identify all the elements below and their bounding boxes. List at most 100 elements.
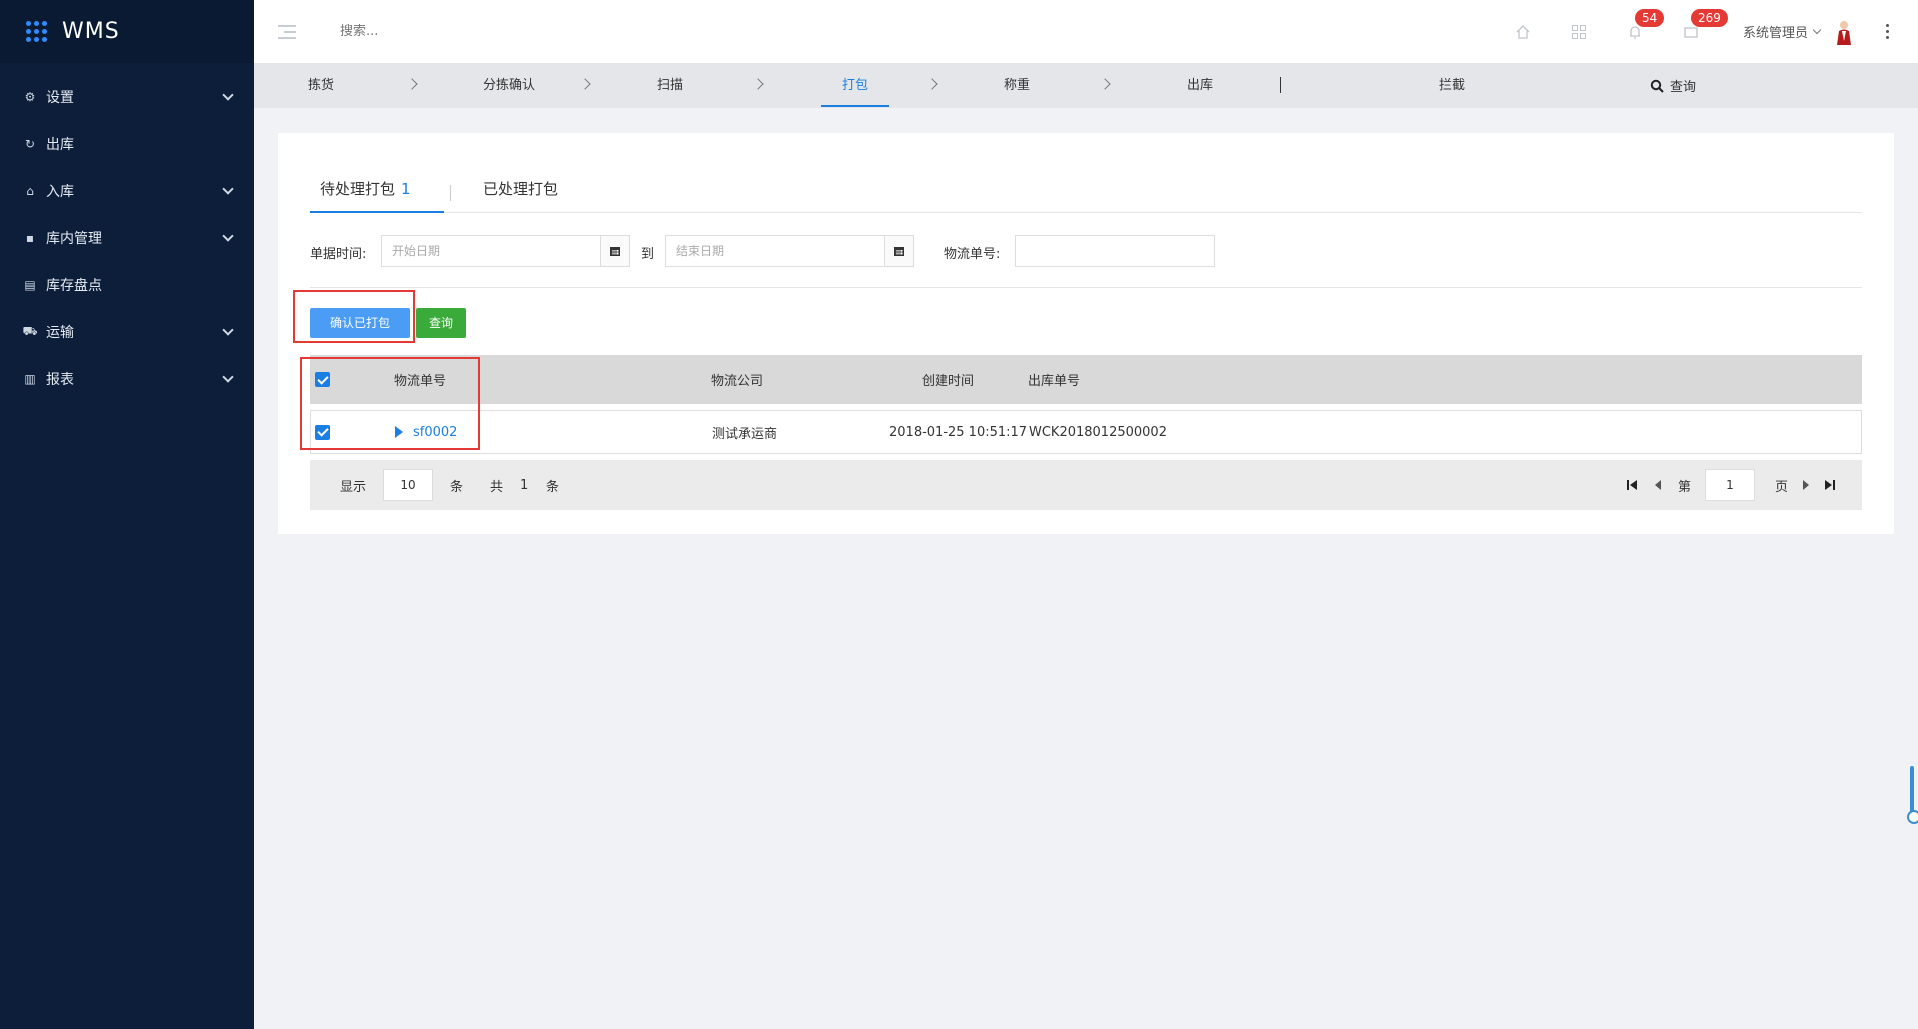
- tab-divider: [450, 185, 451, 201]
- tab-pending-label: 待处理打包: [320, 180, 396, 198]
- workflow-steps: 拣货 分拣确认 扫描 打包 称重 出库 拦截 查询: [254, 63, 1918, 108]
- sidebar-item-label: 报表: [46, 371, 74, 388]
- notifications-badge: 54: [1634, 9, 1665, 27]
- step-search-label: 查询: [1670, 80, 1697, 95]
- step-sort-confirm[interactable]: 分拣确认: [474, 63, 544, 108]
- bell-icon[interactable]: 54: [1607, 0, 1665, 63]
- filter-bar: 单据时间: 开始日期 到 结束日期 物流单号:: [310, 235, 1862, 267]
- search-icon: [1650, 79, 1664, 93]
- apps-grid-icon: [26, 20, 48, 43]
- row-carrier: 测试承运商: [712, 426, 778, 442]
- pagination-bar: 显示 10 条 共 1 条 第 1 页: [310, 460, 1862, 510]
- tab-done[interactable]: 已处理打包: [483, 178, 573, 213]
- prev-page-icon[interactable]: [1654, 460, 1662, 510]
- confirm-packed-button[interactable]: 确认已打包(1): [310, 308, 410, 360]
- tracking-input[interactable]: [1015, 235, 1215, 267]
- col-created: 创建时间: [922, 374, 975, 389]
- truck-icon: ⛟: [22, 323, 38, 338]
- inventory-icon: ▤: [24, 277, 36, 292]
- chevron-down-icon: [222, 88, 234, 101]
- sidebar-item-inbound[interactable]: ⌂ 入库: [0, 167, 254, 214]
- packing-panel: 待处理打包 1 已处理打包 单据时间: 开始日期 到 结束日期 物流单号: 确认已…: [278, 133, 1894, 534]
- avatar[interactable]: [1834, 19, 1854, 45]
- date-label: 单据时间:: [310, 247, 367, 262]
- highlight-box: [300, 357, 480, 450]
- sidebar-item-outbound[interactable]: ↻ 出库: [0, 120, 254, 167]
- step-picking[interactable]: 拣货: [300, 63, 342, 108]
- chevron-down-icon: [222, 370, 234, 383]
- chevron-down-icon[interactable]: [1812, 25, 1822, 34]
- page-suffix: 页: [1775, 479, 1789, 495]
- sidebar: WMS ⚙ 设置 ↻ 出库 ⌂ 入库 ▪ 库内管理 ▤ 库存盘点 ⛟ 运输 ▥ …: [0, 0, 254, 1029]
- brand[interactable]: WMS: [0, 0, 254, 63]
- total-count: 1: [520, 477, 529, 493]
- last-page-icon[interactable]: [1824, 460, 1836, 510]
- table-header: 物流单号 物流公司 创建时间 出库单号: [310, 355, 1862, 404]
- calendar-icon[interactable]: [884, 235, 914, 267]
- calendar-icon[interactable]: [600, 235, 630, 267]
- app-title: WMS: [62, 19, 120, 44]
- row-created: 2018-01-25 10:51:17: [889, 424, 1028, 440]
- home-icon[interactable]: [1495, 0, 1551, 63]
- row-outbound-no: WCK2018012500002: [1029, 424, 1167, 440]
- user-name[interactable]: 系统管理员: [1743, 22, 1808, 41]
- more-icon[interactable]: [1886, 24, 1890, 39]
- step-search-button[interactable]: 查询: [1650, 63, 1696, 108]
- sidebar-item-label: 运输: [46, 324, 74, 341]
- page-size-wrap: 10: [383, 460, 433, 510]
- chevron-right-icon: [579, 78, 591, 90]
- header-actions: 54 269 系统管理员: [1495, 0, 1918, 63]
- chevron-down-icon: [222, 323, 234, 336]
- page-number-input[interactable]: 1: [1705, 469, 1755, 501]
- tab-pending[interactable]: 待处理打包 1: [310, 178, 444, 213]
- sidebar-item-settings[interactable]: ⚙ 设置: [0, 73, 254, 120]
- sidebar-item-transport[interactable]: ⛟ 运输: [0, 308, 254, 355]
- col-carrier: 物流公司: [711, 374, 764, 389]
- messages-badge: 269: [1690, 9, 1728, 27]
- sidebar-item-inventory[interactable]: ▤ 库存盘点: [0, 261, 254, 308]
- query-button[interactable]: 查询: [416, 308, 466, 338]
- step-divider: [1280, 77, 1281, 93]
- step-pack[interactable]: 打包: [821, 63, 889, 107]
- table-row[interactable]: sf0002 测试承运商 2018-01-25 10:51:17 WCK2018…: [310, 410, 1862, 454]
- chevron-down-icon: [222, 229, 234, 242]
- first-page-icon[interactable]: [1626, 460, 1638, 510]
- chevron-right-icon: [926, 78, 938, 90]
- chevron-right-icon: [752, 78, 764, 90]
- step-weigh[interactable]: 称重: [996, 63, 1038, 108]
- sidebar-item-label: 入库: [46, 183, 74, 200]
- chevron-right-icon: [1099, 78, 1111, 90]
- sidebar-item-reports[interactable]: ▥ 报表: [0, 355, 254, 402]
- sidebar-item-warehouse[interactable]: ▪ 库内管理: [0, 214, 254, 261]
- scroll-indicator[interactable]: [1907, 766, 1918, 824]
- step-scan[interactable]: 扫描: [649, 63, 691, 108]
- step-intercept[interactable]: 拦截: [1431, 63, 1473, 108]
- sidebar-item-label: 库内管理: [46, 230, 102, 247]
- page-size-input[interactable]: 10: [383, 469, 433, 501]
- chevron-right-icon: [406, 78, 418, 90]
- grid-icon[interactable]: [1551, 0, 1607, 63]
- divider: [310, 287, 1862, 288]
- sidebar-item-label: 库存盘点: [46, 277, 102, 294]
- report-icon: ▥: [24, 371, 36, 386]
- packing-table: 物流单号 物流公司 创建时间 出库单号 sf0002 测试承运商 2018-01…: [310, 355, 1862, 454]
- warehouse-icon: ▪: [25, 230, 35, 245]
- outbound-icon: ↻: [24, 136, 36, 151]
- sidebar-item-label: 出库: [46, 136, 74, 153]
- next-page-icon[interactable]: [1802, 460, 1810, 510]
- menu-toggle-icon[interactable]: [278, 24, 296, 39]
- page-input-wrap: 1: [1705, 460, 1755, 510]
- tab-pending-count: 1: [401, 180, 411, 198]
- sidebar-menu: ⚙ 设置 ↻ 出库 ⌂ 入库 ▪ 库内管理 ▤ 库存盘点 ⛟ 运输 ▥ 报表: [0, 63, 254, 402]
- tracking-label: 物流单号:: [944, 247, 1001, 262]
- page-prefix: 第: [1678, 479, 1692, 495]
- total-unit: 条: [546, 479, 560, 495]
- mail-icon[interactable]: 269: [1663, 0, 1728, 63]
- inbound-icon: ⌂: [26, 183, 34, 198]
- step-outbound[interactable]: 出库: [1179, 63, 1221, 108]
- start-date-input[interactable]: 开始日期: [381, 235, 601, 267]
- search-input[interactable]: [340, 24, 640, 39]
- end-date-input[interactable]: 结束日期: [665, 235, 885, 267]
- show-label: 显示: [340, 479, 367, 495]
- total-label: 共: [490, 479, 504, 495]
